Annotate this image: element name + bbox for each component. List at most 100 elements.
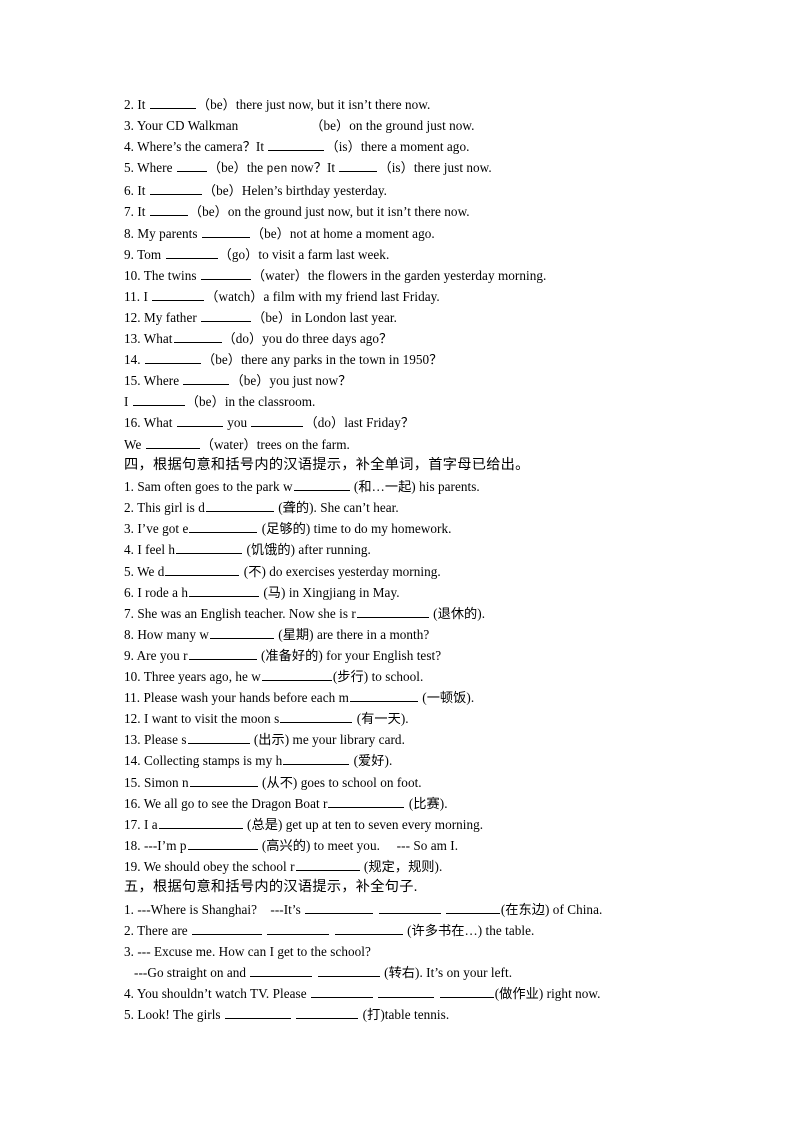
answer-blank[interactable] bbox=[310, 985, 373, 998]
sentence-text: （be）on the ground just now, but it isn’t… bbox=[188, 204, 470, 220]
answer-blank[interactable] bbox=[378, 985, 435, 998]
answer-blank[interactable] bbox=[439, 985, 494, 998]
answer-blank[interactable] bbox=[334, 922, 403, 935]
answer-blank[interactable] bbox=[295, 858, 360, 871]
exercise-line: 15. Where （be）you just now？ bbox=[124, 370, 724, 391]
answer-blank[interactable] bbox=[268, 138, 325, 152]
sentence-text: （be）there any parks in the town in 1950？ bbox=[201, 352, 443, 368]
sentence-text: 1. Sam often goes to the park w bbox=[124, 479, 293, 495]
sentence-text: 6. I rode a h bbox=[124, 584, 188, 600]
answer-blank[interactable] bbox=[189, 773, 258, 787]
answer-blank[interactable] bbox=[356, 605, 429, 618]
answer-blank[interactable] bbox=[305, 900, 374, 914]
answer-blank[interactable] bbox=[189, 584, 259, 597]
answer-blank[interactable] bbox=[280, 710, 353, 724]
answer-blank[interactable] bbox=[176, 414, 223, 428]
exercise-line: 9. Tom （go）to visit a farm last week. bbox=[124, 244, 724, 265]
exercise-line: 12. My father （be）in London last year. bbox=[124, 307, 724, 328]
sentence-text: ---Go straight on and bbox=[124, 964, 250, 980]
answer-blank[interactable] bbox=[173, 330, 222, 344]
sentence-text: (准备好的) for your English test? bbox=[257, 647, 442, 663]
sentence-text: (饥饿的) after running. bbox=[243, 542, 371, 558]
sentence-text: （be）in London last year. bbox=[252, 309, 397, 325]
sentence-text: 6. It bbox=[124, 183, 149, 199]
answer-blank[interactable] bbox=[296, 1006, 359, 1020]
answer-blank[interactable] bbox=[250, 964, 313, 977]
answer-gap[interactable] bbox=[238, 118, 310, 130]
answer-blank[interactable] bbox=[251, 414, 304, 428]
sentence-text bbox=[313, 965, 316, 980]
answer-blank[interactable] bbox=[283, 752, 350, 766]
answer-blank[interactable] bbox=[149, 203, 188, 217]
sentence-text: (步行) to school. bbox=[332, 669, 424, 685]
exercise-line: 4. You shouldn’t watch TV. Please (做作业) … bbox=[124, 983, 724, 1004]
exercise-line: 16. We all go to see the Dragon Boat r (… bbox=[124, 793, 724, 814]
worksheet-content: 2. It （be）there just now, but it isn’t t… bbox=[124, 94, 724, 1025]
answer-blank[interactable] bbox=[145, 435, 200, 449]
answer-blank[interactable] bbox=[445, 900, 500, 914]
exercise-line: ---Go straight on and (转右). It’s on your… bbox=[124, 962, 724, 983]
answer-blank[interactable] bbox=[328, 794, 405, 808]
answer-blank[interactable] bbox=[183, 372, 230, 386]
answer-blank[interactable] bbox=[187, 837, 258, 850]
sentence-text: (在东边) of China. bbox=[500, 901, 603, 917]
answer-blank[interactable] bbox=[200, 267, 251, 280]
exercise-line: 7. She was an English teacher. Now she i… bbox=[124, 603, 724, 624]
sentence-text: (聋的). She can’t hear. bbox=[274, 500, 399, 516]
answer-blank[interactable] bbox=[205, 499, 274, 513]
sentence-text: 13. Please s bbox=[124, 732, 187, 748]
exercise-line: 15. Simon n (从不) goes to school on foot. bbox=[124, 772, 724, 793]
sentence-text bbox=[442, 902, 445, 917]
answer-blank[interactable] bbox=[165, 562, 240, 576]
answer-blank[interactable] bbox=[209, 626, 274, 639]
answer-blank[interactable] bbox=[192, 922, 263, 935]
sentence-text: （be）on the ground just now. bbox=[310, 118, 475, 134]
answer-blank[interactable] bbox=[188, 647, 257, 660]
answer-blank[interactable] bbox=[224, 1006, 291, 1020]
sentence-text: 4. You shouldn’t watch TV. Please bbox=[124, 985, 310, 1001]
sentence-text: (转右). It’s on your left. bbox=[380, 964, 513, 980]
answer-blank[interactable] bbox=[317, 964, 380, 977]
answer-blank[interactable] bbox=[152, 288, 205, 301]
exercise-line: 4. I feel h (饥饿的) after running. bbox=[124, 539, 724, 560]
sentence-text: 3. --- Excuse me. How can I get to the s… bbox=[124, 943, 371, 959]
sentence-text: (不) do exercises yesterday morning. bbox=[240, 563, 441, 579]
answer-blank[interactable] bbox=[201, 224, 250, 238]
section-heading: 五，根据句意和括号内的汉语提示，补全句子. bbox=[124, 878, 418, 895]
answer-blank[interactable] bbox=[339, 159, 378, 173]
answer-blank[interactable] bbox=[149, 182, 202, 196]
exercise-line: 11. Please wash your hands before each m… bbox=[124, 687, 724, 708]
answer-blank[interactable] bbox=[293, 478, 350, 492]
answer-blank[interactable] bbox=[201, 309, 252, 322]
answer-blank[interactable] bbox=[187, 731, 250, 745]
answer-blank[interactable] bbox=[267, 922, 330, 935]
sentence-text bbox=[435, 986, 438, 1001]
sentence-text: 15. Where bbox=[124, 373, 183, 389]
answer-blank[interactable] bbox=[165, 246, 218, 259]
answer-blank[interactable] bbox=[158, 816, 243, 829]
answer-blank[interactable] bbox=[144, 351, 201, 365]
sentence-text: 15. Simon n bbox=[124, 774, 189, 790]
sentence-text: (比赛). bbox=[405, 795, 448, 811]
exercise-line: 4. Where’s the camera？It （is）there a mom… bbox=[124, 136, 724, 157]
answer-blank[interactable] bbox=[189, 520, 258, 534]
sentence-text: 8. My parents bbox=[124, 225, 201, 241]
answer-blank[interactable] bbox=[261, 668, 332, 682]
sentence-text: now？It bbox=[287, 160, 339, 176]
exercise-line: 6. I rode a h (马) in Xingjiang in May. bbox=[124, 582, 724, 603]
sentence-text: （watch）a film with my friend last Friday… bbox=[205, 288, 440, 304]
answer-blank[interactable] bbox=[132, 393, 185, 407]
sentence-text: 5. Look! The girls bbox=[124, 1007, 224, 1023]
sentence-text: (一顿饭). bbox=[418, 690, 475, 706]
answer-blank[interactable] bbox=[378, 900, 441, 914]
answer-blank[interactable] bbox=[176, 159, 207, 173]
exercise-line: 2. It （be）there just now, but it isn’t t… bbox=[124, 94, 724, 115]
exercise-line: I （be）in the classroom. bbox=[124, 391, 724, 412]
answer-blank[interactable] bbox=[349, 689, 418, 703]
sentence-text: 18. ---I’m p bbox=[124, 837, 187, 853]
answer-blank[interactable] bbox=[149, 96, 196, 109]
answer-blank[interactable] bbox=[176, 541, 243, 555]
sentence-text: 13. What bbox=[124, 331, 173, 347]
exercise-line: 14. Collecting stamps is my h (爱好). bbox=[124, 750, 724, 771]
sentence-text: 11. Please wash your hands before each m bbox=[124, 690, 349, 706]
